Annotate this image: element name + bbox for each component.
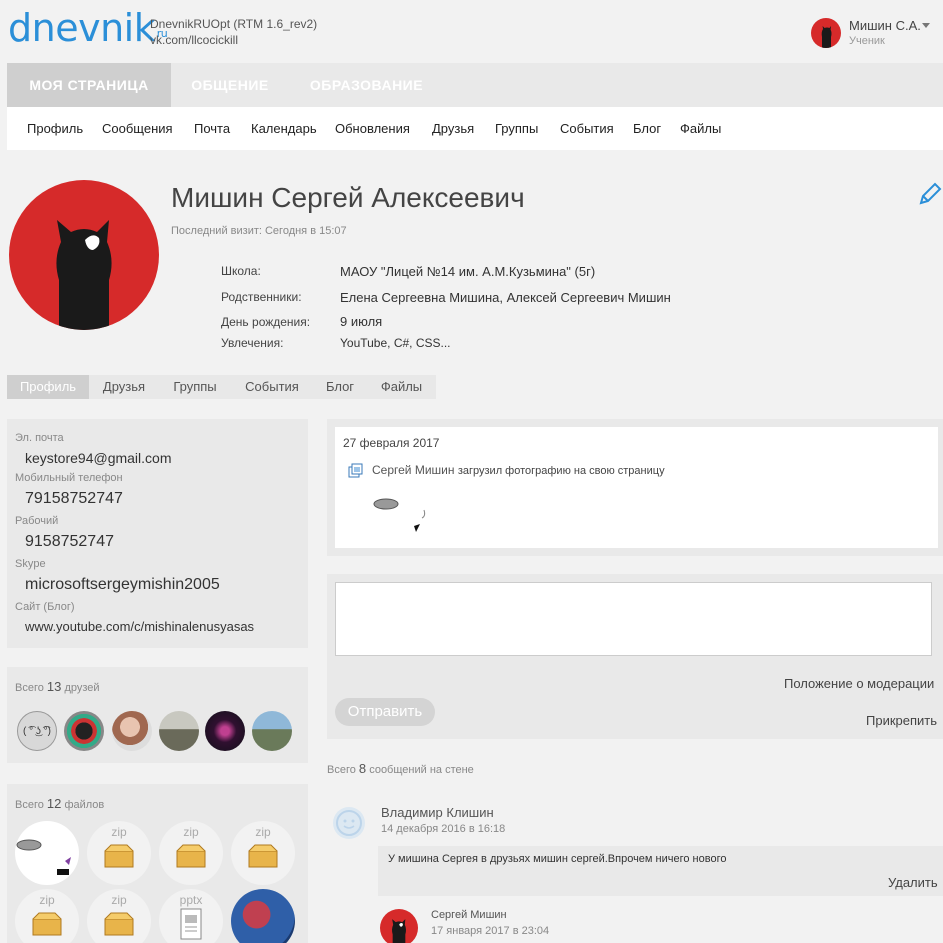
contact-work-value: 9158752747 (25, 533, 114, 550)
contact-mobile-value: 79158752747 (25, 490, 123, 507)
wall-post-count: 8 (358, 761, 367, 776)
main-tab-communication[interactable]: ОБЩЕНИЕ (171, 63, 289, 107)
contacts-panel: Эл. почта keystore94@gmail.com Мобильный… (7, 419, 308, 648)
feed-date: 27 февраля 2017 (343, 436, 440, 450)
info-label-birthday: День рождения: (221, 315, 311, 329)
moderation-link[interactable]: Положение о модерации (784, 676, 934, 691)
file-item-zip[interactable]: zip (231, 821, 295, 885)
ptab-groups[interactable]: Группы (159, 375, 231, 399)
delete-link[interactable]: Удалить (888, 875, 938, 890)
feed-text: Сергей Мишин загрузил фотографию на свою… (372, 463, 665, 477)
contact-work-label: Рабочий (15, 515, 59, 527)
subnav-calendar[interactable]: Календарь (251, 121, 317, 136)
wall-count: Всего 8 сообщений на стене (327, 761, 474, 776)
app-link[interactable]: vk.com/llcocickill (150, 32, 317, 48)
post-author[interactable]: Владимир Клишин (381, 805, 494, 820)
subnav-groups[interactable]: Группы (495, 121, 538, 136)
info-label-school: Школа: (221, 264, 261, 278)
file-item-zip[interactable]: zip (159, 821, 223, 885)
files-count: 12 (46, 796, 62, 811)
edit-pencil-icon[interactable] (917, 181, 943, 207)
app-title: DnevnikRUOpt (RTM 1.6_rev2) (150, 17, 318, 31)
user-name: Мишин С.А. (849, 18, 921, 33)
contact-skype-value[interactable]: microsoftsergeymishin2005 (25, 576, 220, 594)
last-visit: Последний визит: Сегодня в 15:07 (171, 225, 347, 237)
file-item-zip[interactable]: zip (87, 821, 151, 885)
subnav-events[interactable]: События (560, 121, 614, 136)
app-info: DnevnikRUOpt (RTM 1.6_rev2) vk.com/llcoc… (150, 16, 317, 48)
main-tab-my-page[interactable]: МОЯ СТРАНИЦА (7, 63, 171, 107)
post-text: У мишина Сергея в друзьях мишин сергей.В… (388, 853, 727, 865)
friend-avatar[interactable] (252, 711, 292, 751)
contact-email-label: Эл. почта (15, 432, 64, 444)
profile-tabs: Профиль Друзья Группы События Блог Файлы (7, 375, 436, 399)
cat-silhouette-icon (821, 26, 832, 48)
info-value-hobbies: YouTube, C#, CSS... (340, 336, 451, 350)
contact-skype-label: Skype (15, 558, 46, 570)
ptab-events[interactable]: События (231, 375, 313, 399)
subnav-messages[interactable]: Сообщения (102, 121, 173, 136)
file-item-zip[interactable]: zip (87, 889, 151, 943)
main-nav: МОЯ СТРАНИЦА ОБЩЕНИЕ ОБРАЗОВАНИЕ (7, 63, 943, 107)
subnav-updates[interactable]: Обновления (335, 121, 410, 136)
attach-link[interactable]: Прикрепить (866, 713, 937, 728)
info-label-hobbies: Увлечения: (221, 336, 284, 350)
top-header: dnevnik ru DnevnikRUOpt (RTM 1.6_rev2) vk… (0, 0, 943, 63)
file-item-image[interactable] (15, 821, 79, 885)
info-label-relatives: Родственники: (221, 290, 302, 304)
cat-silhouette-icon (56, 220, 112, 330)
ptab-profile[interactable]: Профиль (7, 375, 89, 399)
default-avatar-icon (336, 810, 362, 836)
info-value-relatives[interactable]: Елена Сергеевна Мишина, Алексей Сергееви… (340, 290, 671, 305)
feed-action: загрузил фотографию на свою страницу (457, 465, 665, 477)
subnav-blog[interactable]: Блог (633, 121, 661, 136)
files-count-title[interactable]: Всего 12 файлов (15, 796, 104, 811)
friends-count: 13 (46, 679, 62, 694)
friend-avatar[interactable] (112, 711, 152, 751)
post-textarea[interactable] (335, 582, 932, 656)
ptab-blog[interactable]: Блог (313, 375, 367, 399)
user-avatar (811, 18, 841, 48)
send-button[interactable]: Отправить (335, 698, 435, 726)
profile-avatar[interactable] (9, 180, 159, 330)
reply-author[interactable]: Сергей Мишин (431, 909, 507, 921)
chevron-down-icon (922, 23, 930, 28)
feed-author[interactable]: Сергей Мишин (372, 463, 455, 477)
file-item-zip[interactable]: zip (15, 889, 79, 943)
contact-site-label: Сайт (Блог) (15, 601, 75, 613)
friend-avatar[interactable] (205, 711, 245, 751)
sub-nav: Профиль Сообщения Почта Календарь Обновл… (7, 107, 943, 150)
subnav-mail[interactable]: Почта (194, 121, 230, 136)
friend-avatar[interactable] (64, 711, 104, 751)
friend-avatar[interactable]: ( ͡° ͜ʖ ͡°) (17, 711, 57, 751)
friends-count-title[interactable]: Всего 13 друзей (15, 679, 100, 694)
photo-upload-icon (348, 463, 363, 478)
photo-thumbnail[interactable] (372, 492, 432, 536)
ptab-files[interactable]: Файлы (367, 375, 436, 399)
profile-name: Мишин Сергей Алексеевич (171, 182, 525, 213)
subnav-profile[interactable]: Профиль (27, 121, 83, 136)
ptab-friends[interactable]: Друзья (89, 375, 159, 399)
info-value-school[interactable]: МАОУ "Лицей №14 им. А.М.Кузьмина" (5г) (340, 264, 595, 279)
contact-mobile-label: Мобильный телефон (15, 472, 123, 484)
user-menu[interactable]: Мишин С.А. Ученик (811, 18, 943, 50)
contact-email-value[interactable]: keystore94@gmail.com (25, 450, 172, 466)
post-author-avatar[interactable] (333, 807, 365, 839)
dnevnik-logo[interactable]: dnevnik ru (8, 6, 168, 50)
reply-author-avatar[interactable] (380, 909, 418, 943)
subnav-friends[interactable]: Друзья (432, 121, 474, 136)
user-role: Ученик (849, 35, 885, 47)
reply-date: 17 января 2017 в 23:04 (431, 925, 550, 937)
info-value-birthday: 9 июля (340, 314, 383, 329)
friend-avatar[interactable] (159, 711, 199, 751)
image-thumbnail-icon (16, 839, 71, 875)
main-tab-education[interactable]: ОБРАЗОВАНИЕ (289, 63, 444, 107)
post-date: 14 декабря 2016 в 16:18 (381, 823, 506, 835)
contact-site-value[interactable]: www.youtube.com/c/mishinalenusyasas (25, 619, 254, 634)
file-item-pptx[interactable]: pptx (159, 889, 223, 943)
subnav-files[interactable]: Файлы (680, 121, 721, 136)
cat-silhouette-icon (392, 919, 406, 943)
lenny-face-text: ( ͡° ͜ʖ ͡°) (23, 726, 51, 737)
logo-text: dnevnik (8, 6, 156, 50)
